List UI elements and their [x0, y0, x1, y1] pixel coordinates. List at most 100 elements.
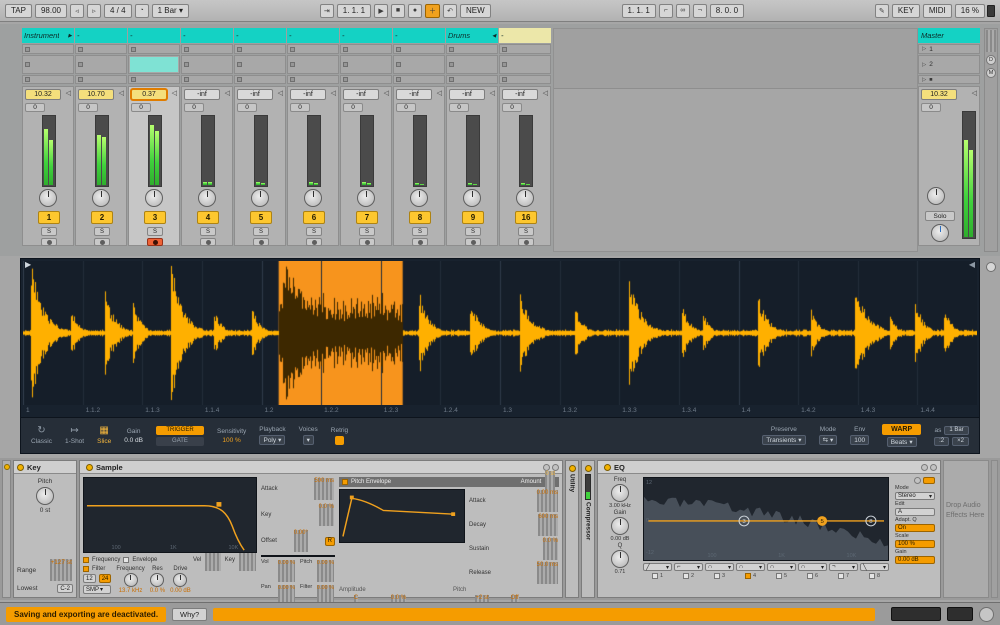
mode-classic-button[interactable]: ↻ Classic: [31, 426, 52, 445]
device-activator[interactable]: [569, 465, 576, 472]
gain-control[interactable]: Gain 0.0 dB: [124, 428, 143, 444]
track-pan-knob[interactable]: [198, 189, 216, 207]
band-shape-select[interactable]: ⌐▾: [674, 563, 703, 571]
clip-slot[interactable]: [287, 44, 339, 54]
arm-button[interactable]: [200, 238, 216, 246]
device-activator[interactable]: [604, 464, 611, 471]
midi-map-button[interactable]: MIDI: [923, 4, 952, 18]
clip-launch-pad[interactable]: 5: [250, 211, 272, 224]
stop-button[interactable]: ■: [391, 4, 405, 18]
track-pan-value[interactable]: 0: [290, 103, 310, 112]
loop-mode-select[interactable]: ⇆ ▾: [819, 435, 838, 445]
follow-button[interactable]: ⇥: [320, 4, 334, 18]
device-compressor[interactable]: Compressor: [581, 460, 595, 598]
sensitivity-value[interactable]: 100 %: [222, 437, 240, 444]
new-button[interactable]: NEW: [460, 4, 491, 18]
envelope-tab-label[interactable]: Envelope: [132, 557, 157, 563]
start-marker-icon[interactable]: ▶: [25, 261, 31, 269]
device-utility[interactable]: Utility: [565, 460, 579, 598]
lowest-select[interactable]: C-2: [57, 584, 73, 593]
track-header[interactable]: -: [393, 28, 445, 43]
pitch-env-display[interactable]: [339, 489, 465, 543]
arm-button[interactable]: [94, 238, 110, 246]
band-activator[interactable]: [869, 573, 875, 579]
arm-button[interactable]: [518, 238, 534, 246]
scroll-right-icon[interactable]: ◀: [969, 261, 975, 269]
loop-length-display[interactable]: 8. 0. 0: [710, 4, 744, 18]
loop-start-display[interactable]: 1. 1. 1: [622, 4, 656, 18]
metronome-button[interactable]: ◔: [135, 4, 149, 18]
play-button[interactable]: ▶: [374, 4, 388, 18]
hot-swap-icon[interactable]: [986, 262, 996, 272]
drive-value[interactable]: 0.00 dB: [170, 588, 191, 594]
mixer-section-toggle-1[interactable]: D: [986, 55, 996, 65]
adsr-value[interactable]: 0.00 ms: [537, 490, 558, 512]
filter-display[interactable]: 100 1K 10K: [83, 477, 257, 553]
band-shape-select[interactable]: ╲▾: [860, 563, 889, 571]
arm-button[interactable]: [465, 238, 481, 246]
clip-slot[interactable]: [22, 55, 74, 74]
track-volume-value[interactable]: -inf: [343, 89, 379, 100]
warp-mode-select[interactable]: Beats ▾: [887, 437, 917, 447]
beat-time-ruler[interactable]: 11.1.21.1.31.1.41.21.2.21.2.31.2.41.31.3…: [23, 406, 977, 417]
track-pan-value[interactable]: 0: [25, 103, 45, 112]
clip-launch-pad[interactable]: 4: [197, 211, 219, 224]
clip-slot[interactable]: [75, 55, 127, 74]
solo-button[interactable]: S: [147, 227, 163, 236]
clip-stop-button[interactable]: [446, 75, 498, 84]
key-map-button[interactable]: KEY: [892, 4, 920, 18]
clip-launch-pad[interactable]: 8: [409, 211, 431, 224]
lfo-display[interactable]: [261, 555, 335, 557]
eq-edit-toggle[interactable]: A: [895, 508, 935, 516]
clip-launch-pad[interactable]: 2: [91, 211, 113, 224]
punch-out-button[interactable]: ¬: [693, 4, 707, 18]
playback-select[interactable]: Poly ▾: [259, 435, 285, 445]
band-shape-select[interactable]: ∩▾: [705, 563, 734, 571]
band-activator[interactable]: [807, 573, 813, 579]
solo-button[interactable]: S: [200, 227, 216, 236]
scene-slot-1[interactable]: ▷ 1: [918, 44, 980, 54]
band-shape-select[interactable]: ╱▾: [643, 563, 672, 571]
track-pan-value[interactable]: 0: [184, 103, 204, 112]
clip-slot[interactable]: [499, 55, 551, 74]
clip-slot[interactable]: [446, 44, 498, 54]
solo-button[interactable]: S: [518, 227, 534, 236]
solo-button[interactable]: S: [253, 227, 269, 236]
clip-stop-button[interactable]: [234, 75, 286, 84]
clip-launch-pad[interactable]: 6: [303, 211, 325, 224]
band-activator[interactable]: [838, 573, 844, 579]
clip-stop-button[interactable]: [75, 75, 127, 84]
track-pan-knob[interactable]: [145, 189, 163, 207]
warp-as-button[interactable]: 1 Bar: [944, 426, 968, 435]
track-pan-knob[interactable]: [410, 189, 428, 207]
voices-select[interactable]: ▾: [303, 435, 314, 445]
filter-type-select[interactable]: SMP ▾: [83, 585, 111, 594]
preview-volume-knob[interactable]: [931, 224, 949, 242]
device-activator[interactable]: [86, 464, 93, 471]
track-header[interactable]: -: [234, 28, 286, 43]
gain-knob[interactable]: [611, 517, 629, 535]
scene-play-icon[interactable]: ▷: [922, 46, 926, 52]
clip-launch-pad[interactable]: 9: [462, 211, 484, 224]
device-activator[interactable]: [585, 465, 592, 472]
clip-stop-button[interactable]: [499, 75, 551, 84]
q-knob[interactable]: [611, 550, 629, 568]
waveform-display[interactable]: [23, 261, 977, 405]
tempo-display[interactable]: 98.00: [35, 4, 67, 18]
drive-knob[interactable]: [173, 573, 187, 587]
draw-mode-button[interactable]: ✎: [875, 4, 889, 18]
master-pan-knob[interactable]: [927, 187, 945, 205]
arm-button[interactable]: [41, 238, 57, 246]
clip-slot[interactable]: [446, 55, 498, 74]
trigger-option[interactable]: TRIGGER: [156, 426, 204, 435]
pitch-knob[interactable]: [36, 487, 54, 505]
adsr-value[interactable]: 50.0 ms: [537, 562, 558, 584]
band-shape-select[interactable]: ∩▾: [767, 563, 796, 571]
track-pan-knob[interactable]: [463, 189, 481, 207]
time-signature-display[interactable]: 4 / 4: [104, 4, 132, 18]
solo-button[interactable]: S: [412, 227, 428, 236]
clip-slot[interactable]: [393, 44, 445, 54]
band-shape-select[interactable]: ∩▾: [736, 563, 765, 571]
clip-launch-pad[interactable]: 7: [356, 211, 378, 224]
track-volume-value[interactable]: -inf: [502, 89, 538, 100]
